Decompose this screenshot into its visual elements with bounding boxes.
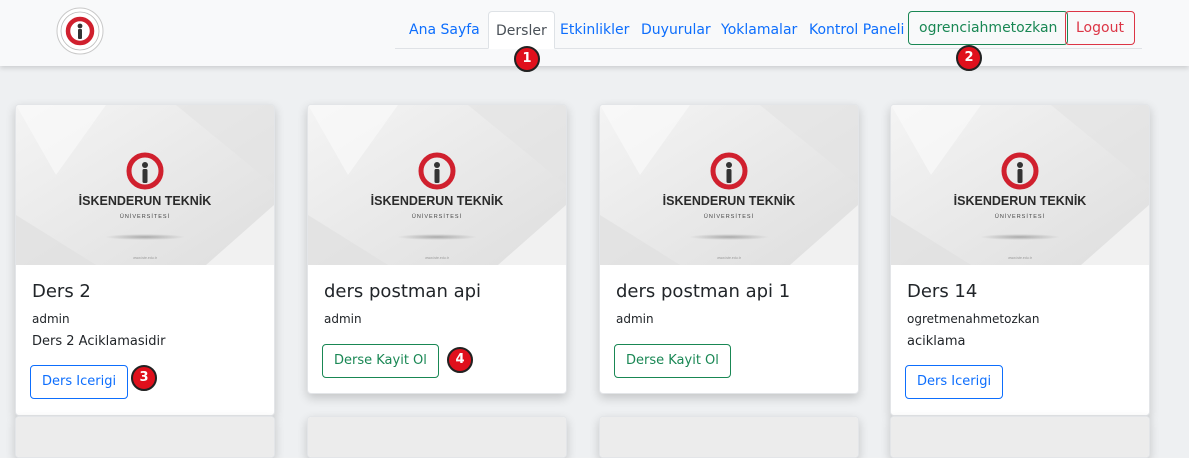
svg-text:ÜNİVERSİTESİ: ÜNİVERSİTESİ [995,213,1045,220]
course-author: ogretmenahmetozkan [907,312,1040,326]
university-logo[interactable] [55,7,105,55]
course-card [307,416,567,458]
nav-link-dersler[interactable]: Dersler [488,11,555,49]
annotation-marker-2: 2 [956,45,982,71]
course-image: İSKENDERUN TEKNİK ÜNİVERSİTESİ www.iste.… [16,105,274,265]
nav-link-ana-sayfa[interactable]: Ana Sayfa [409,12,480,48]
svg-text:İSKENDERUN TEKNİK: İSKENDERUN TEKNİK [371,193,504,208]
course-card [890,416,1150,458]
course-card: İSKENDERUN TEKNİK ÜNİVERSİTESİ www.iste.… [890,104,1150,416]
svg-text:İSKENDERUN TEKNİK: İSKENDERUN TEKNİK [954,193,1087,208]
course-card [599,416,859,458]
course-title: ders postman api 1 [616,281,791,302]
course-image [16,417,274,457]
nav-link-etkinlikler[interactable]: Etkinlikler [560,12,629,48]
nav-link-yoklamalar[interactable]: Yoklamalar [721,12,797,48]
course-title: Ders 14 [907,281,978,302]
enroll-course-button[interactable]: Derse Kayit Ol [322,344,439,378]
course-card [15,416,275,458]
nav-link-duyurular[interactable]: Duyurular [641,12,711,48]
svg-text:İSKENDERUN TEKNİK: İSKENDERUN TEKNİK [79,193,212,208]
svg-text:ÜNİVERSİTESİ: ÜNİVERSİTESİ [120,213,170,220]
svg-text:www.iste.edu.tr: www.iste.edu.tr [1008,256,1033,260]
course-card: İSKENDERUN TEKNİK ÜNİVERSİTESİ www.iste.… [599,104,859,394]
course-author: admin [324,312,362,326]
annotation-marker-4: 4 [447,347,473,373]
annotation-marker-3: 3 [131,365,157,391]
navbar: Ana Sayfa Dersler Etkinlikler Duyurular … [0,0,1189,66]
course-description: Ders 2 Aciklamasidir [32,334,166,349]
course-author: admin [616,312,654,326]
course-description: aciklama [907,334,966,349]
course-image: İSKENDERUN TEKNİK ÜNİVERSİTESİ www.iste.… [600,105,858,265]
annotation-marker-1: 1 [514,46,540,72]
logout-button[interactable]: Logout [1065,11,1135,45]
svg-text:ÜNİVERSİTESİ: ÜNİVERSİTESİ [412,213,462,220]
course-title: ders postman api [324,281,482,302]
svg-text:İSKENDERUN TEKNİK: İSKENDERUN TEKNİK [663,193,796,208]
svg-text:www.iste.edu.tr: www.iste.edu.tr [717,256,742,260]
course-image [308,417,566,457]
course-image [891,417,1149,457]
course-image: İSKENDERUN TEKNİK ÜNİVERSİTESİ www.iste.… [308,105,566,265]
course-author: admin [32,312,70,326]
svg-text:www.iste.edu.tr: www.iste.edu.tr [425,256,450,260]
course-image [600,417,858,457]
course-content-button[interactable]: Ders Icerigi [905,365,1004,399]
svg-text:ÜNİVERSİTESİ: ÜNİVERSİTESİ [704,213,754,220]
nav-link-kontrol-paneli[interactable]: Kontrol Paneli [809,12,904,48]
course-title: Ders 2 [32,281,91,302]
svg-text:www.iste.edu.tr: www.iste.edu.tr [133,256,158,260]
course-card: İSKENDERUN TEKNİK ÜNİVERSİTESİ www.iste.… [307,104,567,394]
course-content-button[interactable]: Ders Icerigi [30,365,129,399]
user-profile-button[interactable]: ogrenciahmetozkan [908,11,1069,45]
course-image: İSKENDERUN TEKNİK ÜNİVERSİTESİ www.iste.… [891,105,1149,265]
enroll-course-button[interactable]: Derse Kayit Ol [614,344,731,378]
